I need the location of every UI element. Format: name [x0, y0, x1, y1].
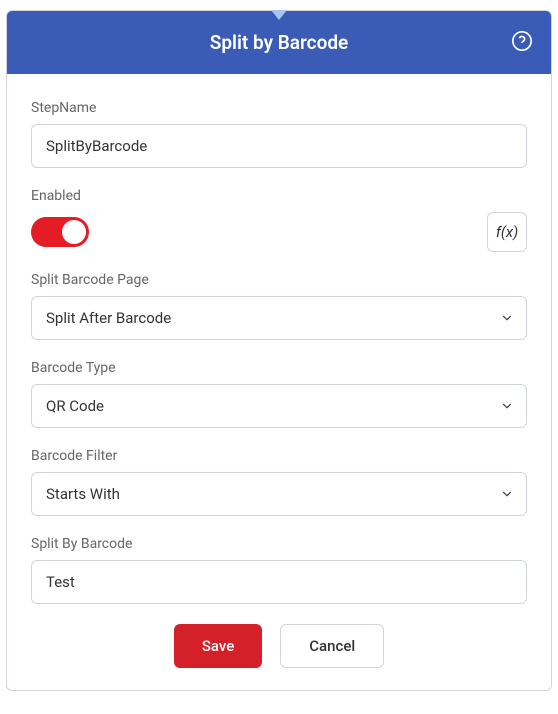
enabled-toggle-row: f(x) [31, 212, 527, 252]
split-by-barcode-input[interactable] [31, 560, 527, 604]
fx-label: f(x) [496, 223, 518, 241]
split-barcode-page-label: Split Barcode Page [31, 272, 527, 288]
stepname-input[interactable] [31, 124, 527, 168]
split-by-barcode-group: Split By Barcode [31, 536, 527, 604]
barcode-type-label: Barcode Type [31, 360, 527, 376]
toggle-knob [62, 220, 86, 244]
stepname-label: StepName [31, 100, 527, 116]
stepname-group: StepName [31, 100, 527, 168]
button-row: Save Cancel [31, 624, 527, 668]
split-by-barcode-label: Split By Barcode [31, 536, 527, 552]
barcode-type-select[interactable]: QR Code [31, 384, 527, 428]
barcode-filter-select[interactable]: Starts With [31, 472, 527, 516]
dropdown-indicator [271, 10, 287, 20]
split-by-barcode-card: Split by Barcode StepName Enabled f(x) [6, 10, 552, 691]
help-icon[interactable] [511, 30, 533, 56]
save-button[interactable]: Save [174, 624, 262, 668]
split-barcode-page-group: Split Barcode Page Split After Barcode [31, 272, 527, 340]
card-header: Split by Barcode [7, 11, 551, 74]
barcode-type-group: Barcode Type QR Code [31, 360, 527, 428]
enabled-label: Enabled [31, 188, 527, 204]
fx-button[interactable]: f(x) [487, 212, 527, 252]
split-barcode-page-select[interactable]: Split After Barcode [31, 296, 527, 340]
cancel-button[interactable]: Cancel [280, 624, 384, 668]
form-body: StepName Enabled f(x) Split Barcode Page… [7, 74, 551, 690]
card-title: Split by Barcode [210, 31, 349, 54]
barcode-filter-label: Barcode Filter [31, 448, 527, 464]
enabled-group: Enabled f(x) [31, 188, 527, 252]
barcode-filter-group: Barcode Filter Starts With [31, 448, 527, 516]
enabled-toggle[interactable] [31, 217, 89, 247]
